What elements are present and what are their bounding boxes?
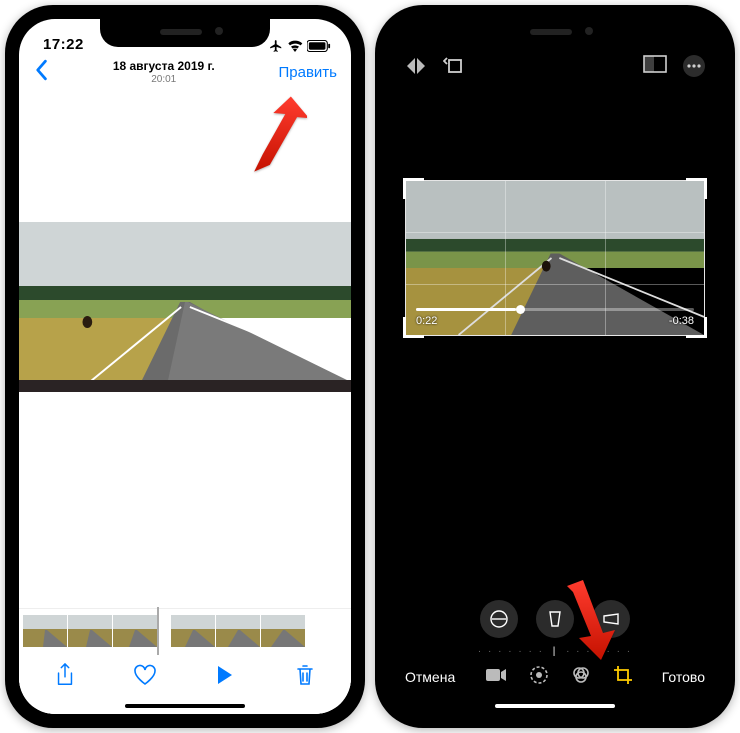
crop-handle-tl[interactable]: [403, 178, 424, 199]
thumbnail-strip[interactable]: [19, 608, 351, 653]
airplane-mode-icon: [269, 39, 283, 53]
home-indicator[interactable]: [125, 704, 245, 708]
flip-button[interactable]: [405, 56, 427, 81]
share-icon: [55, 663, 75, 687]
done-button[interactable]: Готово: [662, 669, 705, 685]
nav-title: 18 августа 2019 г. 20:01: [113, 59, 215, 85]
video-scrubber[interactable]: [416, 308, 694, 311]
nav-date: 18 августа 2019 г.: [113, 59, 215, 73]
status-time: 17:22: [43, 36, 84, 53]
delete-button[interactable]: [283, 663, 327, 692]
content-area: [19, 92, 351, 714]
rotate-button[interactable]: [443, 56, 465, 81]
video-tab[interactable]: [485, 667, 507, 686]
straighten-button[interactable]: [480, 600, 518, 638]
rotate-icon: [443, 56, 465, 76]
edit-button[interactable]: Править: [278, 64, 337, 81]
crop-icon: [613, 665, 633, 685]
status-indicators: [269, 39, 331, 53]
annotation-arrow-edit: [237, 95, 307, 185]
battery-icon: [307, 40, 331, 52]
straighten-icon: [489, 609, 509, 629]
video-crop-image: [406, 181, 704, 335]
crop-stage: 0:22 -0:38: [389, 90, 721, 594]
video-preview[interactable]: [19, 222, 351, 392]
phone-left: 17:22 18 августа 2019 г. 20:01 Править: [5, 5, 365, 728]
filters-tab[interactable]: [571, 665, 591, 688]
back-button[interactable]: [33, 59, 49, 86]
nav-bar: 18 августа 2019 г. 20:01 Править: [19, 55, 351, 92]
chevron-left-icon: [33, 59, 49, 81]
favorite-button[interactable]: [123, 664, 167, 691]
crop-box[interactable]: 0:22 -0:38: [405, 180, 705, 336]
adjust-icon: [529, 665, 549, 685]
aspect-icon: [643, 55, 667, 73]
crop-handle-tr[interactable]: [686, 178, 707, 199]
flip-icon: [405, 56, 427, 76]
share-button[interactable]: [43, 663, 87, 692]
ellipsis-icon: [683, 55, 705, 77]
nav-time: 20:01: [113, 74, 215, 86]
video-thumbnail-image: [19, 222, 351, 392]
home-indicator[interactable]: [495, 704, 615, 708]
aspect-ratio-button[interactable]: [643, 55, 667, 82]
heart-icon: [133, 664, 157, 686]
more-button[interactable]: [683, 55, 705, 82]
playhead-handle[interactable]: [160, 609, 169, 653]
trash-icon: [295, 663, 315, 687]
adjust-tab[interactable]: [529, 665, 549, 688]
video-icon: [485, 667, 507, 683]
crop-tab[interactable]: [613, 665, 633, 688]
play-button[interactable]: [203, 665, 247, 690]
cancel-button[interactable]: Отмена: [405, 669, 455, 685]
filters-icon: [571, 665, 591, 685]
play-icon: [216, 665, 234, 685]
time-elapsed: 0:22: [416, 315, 437, 327]
wifi-icon: [287, 40, 303, 52]
time-remaining: -0:38: [669, 315, 694, 327]
annotation-arrow-crop: [555, 578, 625, 668]
phone-right: 0:22 -0:38 · · · · · · · | · · · · · · ·…: [375, 5, 735, 728]
